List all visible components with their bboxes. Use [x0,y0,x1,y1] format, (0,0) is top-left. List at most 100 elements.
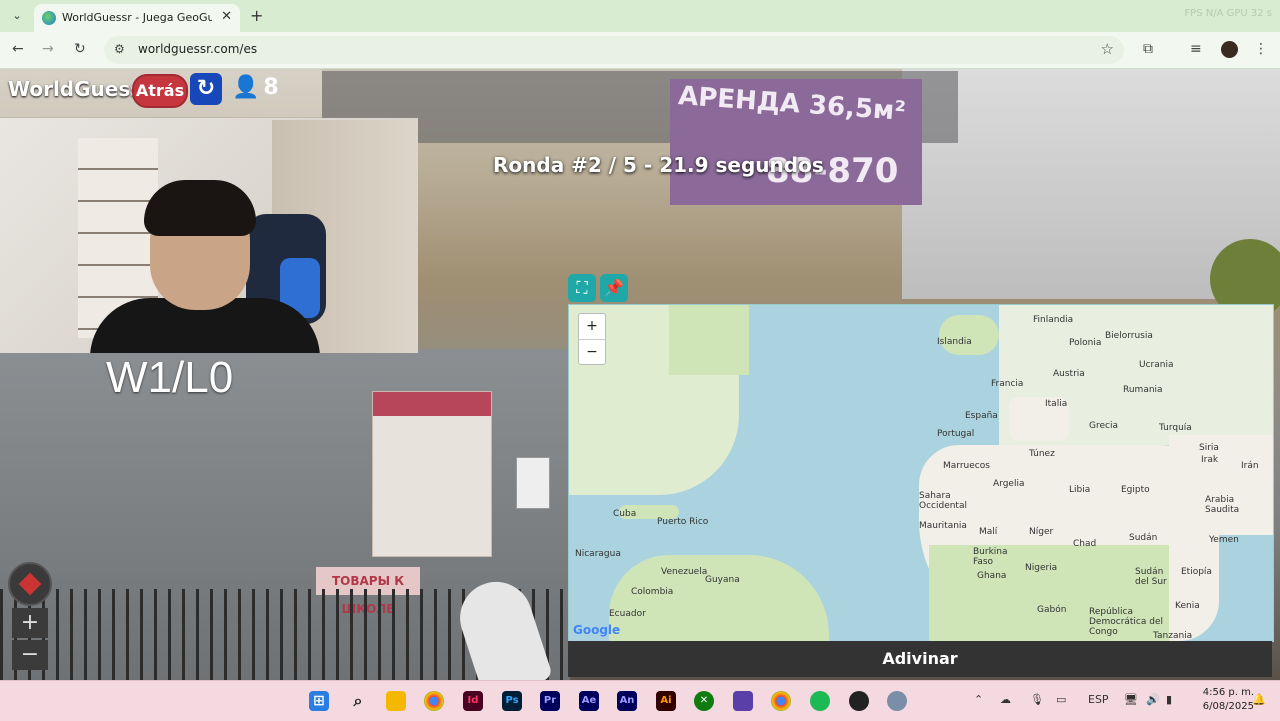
obs-icon[interactable] [849,691,869,711]
map-label: Cuba [613,509,637,519]
new-tab-icon[interactable]: + [250,6,263,25]
minimap-zoom-control: + − [578,313,606,365]
map-label: Mauritania [919,521,967,531]
chrome-icon[interactable] [424,691,444,711]
street-view-panorama[interactable]: АРЕНДА 36,5м² 88-870 ТОВАРЫ К ШКОЛЕ Worl… [0,69,1280,680]
map-label: Turquía [1159,423,1192,433]
clock-date: 6/08/2025 [1202,701,1254,712]
map-label: Siria [1199,443,1219,453]
players-count-value: 8 [263,75,279,100]
guess-button[interactable]: Adivinar [568,641,1272,677]
map-label: Ghana [977,571,1007,581]
globe-icon [42,11,56,25]
refresh-icon[interactable]: ↻ [190,73,222,105]
map-label: Marruecos [943,461,990,471]
map-label: Níger [1029,527,1054,537]
illustrator-icon[interactable]: Ai [656,691,676,711]
map-label: Túnez [1029,449,1055,459]
forward-arrow-icon[interactable]: → [42,41,54,57]
map-label: Bielorrusia [1105,331,1153,341]
map-label: Guyana [705,575,740,585]
map-label: Venezuela [661,567,708,577]
fullscreen-icon[interactable]: ⛶ [568,274,596,302]
windows-start-icon[interactable]: ⊞ [309,691,329,711]
language-indicator[interactable]: ESP [1088,693,1109,706]
microphone-icon[interactable]: 🎙 [1030,693,1044,706]
greenland-region [669,305,749,375]
guess-minimap[interactable]: Islandia Finlandia Bielorrusia Polonia U… [568,304,1274,642]
map-label: Yemen [1209,535,1239,545]
app-icon[interactable] [733,691,753,711]
compass-icon[interactable] [8,562,52,606]
spotify-icon[interactable] [810,691,830,711]
map-label: Kenia [1175,601,1200,611]
premiere-icon[interactable]: Pr [540,691,560,711]
address-bar[interactable]: ⚙ worldguessr.com/es ☆ [104,36,1124,64]
indesign-icon[interactable]: Id [463,691,483,711]
map-label: Sudán [1129,533,1158,543]
map-label: Sahara Occidental [919,491,967,511]
reload-icon[interactable]: ↻ [74,41,86,57]
tab-title: WorldGuessr - Juega GeoGuessr [62,11,212,24]
bookmark-star-icon[interactable]: ☆ [1101,40,1114,58]
clock[interactable]: 4:56 p. m. 6/08/2025 [1203,686,1254,714]
clock-time: 4:56 p. m. [1202,687,1254,698]
network-icon[interactable]: 🖥 [1124,693,1138,706]
chrome-active-icon[interactable] [771,691,791,711]
map-label: Sudán del Sur [1135,567,1167,587]
tray-app-icon[interactable]: ☁ [1000,693,1011,706]
map-label: Libia [1069,485,1091,495]
map-label: Ecuador [609,609,646,619]
map-label: Francia [991,379,1024,389]
tray-chevron-icon[interactable]: ⌃ [974,693,983,706]
file-explorer-icon[interactable] [386,691,406,711]
players-count: 👤 8 [232,75,279,100]
minimap-zoom-in-button[interactable]: + [579,314,605,339]
map-label: Puerto Rico [657,517,709,527]
map-label: Gabón [1037,605,1067,615]
google-logo: Google [573,623,621,637]
photoshop-icon[interactable]: Ps [502,691,522,711]
map-label: Arabia Saudita [1205,495,1240,515]
animate-icon[interactable]: An [617,691,637,711]
back-arrow-icon[interactable]: ← [12,41,24,57]
settings-gear-icon[interactable] [887,691,907,711]
tab-search-icon[interactable]: ⌄ [8,7,26,25]
map-label: Chad [1073,539,1097,549]
map-label: Ucrania [1139,360,1174,370]
zoom-in-button[interactable]: + [12,608,48,638]
extensions-icon[interactable]: ⧉ [1143,41,1153,57]
map-label: Egipto [1121,485,1150,495]
close-tab-icon[interactable]: ✕ [221,9,232,24]
south-america-land [609,555,829,641]
rental-sign: АРЕНДА 36,5м² 88-870 [670,79,922,205]
map-label: Etiopía [1181,567,1212,577]
door-sign [516,457,550,509]
notification-icon[interactable]: 🔔 [1252,693,1266,706]
tray-display-icon[interactable]: ▭ [1056,693,1066,706]
minimap-zoom-out-button[interactable]: − [579,339,605,365]
map-label: Colombia [631,587,674,597]
pin-icon[interactable]: 📌 [600,274,628,302]
site-info-icon[interactable]: ⚙ [114,42,125,56]
round-timer: Ronda #2 / 5 - 21.9 segundos [493,153,824,177]
map-label: Irán [1241,461,1259,471]
search-icon[interactable]: ⌕ [348,691,368,711]
back-button[interactable]: Atrás [132,74,188,108]
map-label: Tanzania [1153,631,1193,641]
volume-icon[interactable]: 🔊 [1146,693,1160,706]
game-logo[interactable]: WorldGuessr [8,77,152,101]
browser-tab-bar: ⌄ WorldGuessr - Juega GeoGuessr ✕ + FPS … [0,0,1280,32]
win-loss-score: W1/L0 [106,353,234,402]
browser-tab[interactable]: WorldGuessr - Juega GeoGuessr ✕ [34,4,240,32]
menu-kebab-icon[interactable]: ⋮ [1254,41,1268,57]
profile-avatar[interactable] [1221,41,1238,58]
zoom-out-button[interactable]: − [12,640,48,670]
map-label: Nicaragua [575,549,621,559]
media-control-icon[interactable]: ≡ [1190,41,1202,57]
shop-poster [372,391,492,557]
map-label: Nigeria [1025,563,1058,573]
after-effects-icon[interactable]: Ae [579,691,599,711]
xbox-icon[interactable]: ✕ [694,691,714,711]
battery-icon[interactable]: ▮ [1166,693,1172,706]
